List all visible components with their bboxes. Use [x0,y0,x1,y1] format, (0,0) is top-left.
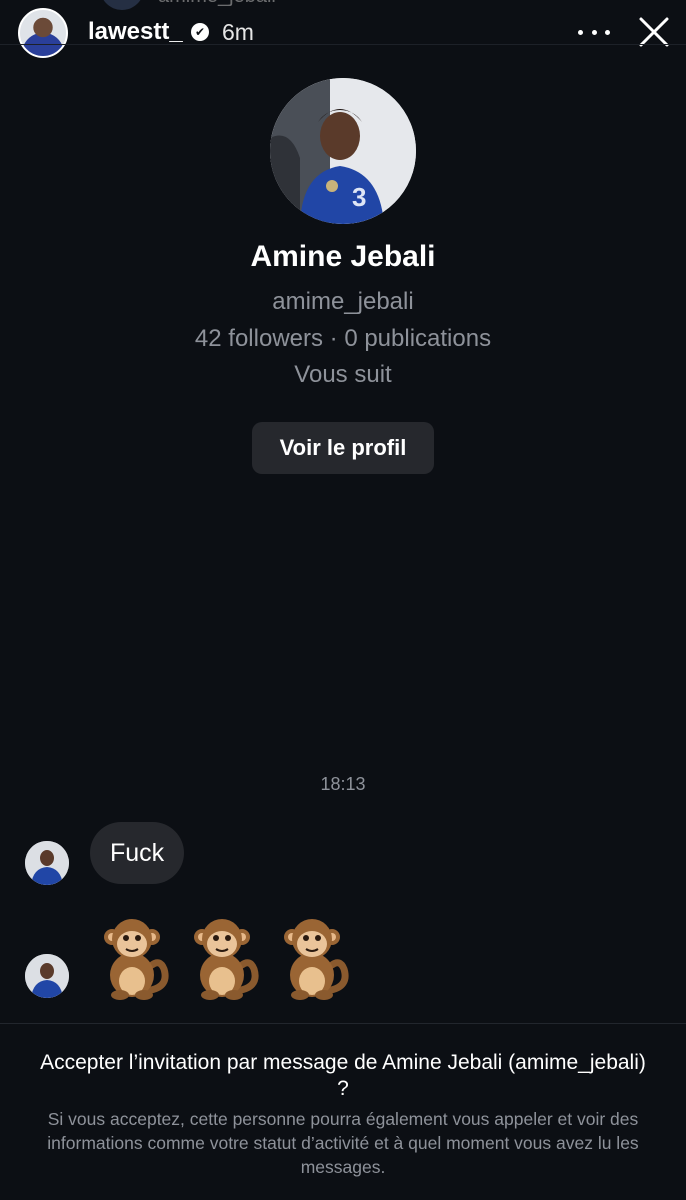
story-viewer: amime_jebali lawestt_ ✔ 6m 3 Amine Jebal… [0,0,686,1200]
profile-stats: 42 followers · 0 publications [194,325,492,352]
svg-text:3: 3 [352,182,366,212]
story-author-avatar[interactable] [18,8,68,58]
invitation-divider [0,1023,686,1024]
invitation-question: Accepter l’invitation par message de Ami… [40,1051,646,1100]
monkey-emoji-icon [104,919,169,1000]
profile-handle: amime_jebali [272,288,414,315]
profile-name: Amine Jebali [250,240,436,273]
message-bubble[interactable]: Fuck [90,822,185,884]
peek-username: amime_jebali [158,0,276,8]
story-header: amime_jebali lawestt_ ✔ 6m [0,0,686,66]
ellipsis-icon[interactable] [578,18,610,46]
verified-badge-icon: ✔ [191,23,209,41]
previous-story-peek: amime_jebali [100,0,276,10]
story-author-username[interactable]: lawestt_ [88,18,183,46]
header-divider [0,44,686,45]
message-timestamp: 18:13 [320,774,366,794]
profile-avatar[interactable]: 3 [270,78,416,224]
story-time-ago: 6m [222,19,254,45]
sender-avatar[interactable] [25,841,69,885]
monkey-emoji-icon [194,919,259,1000]
peek-avatar [100,0,144,10]
view-profile-button[interactable]: Voir le profil [252,422,434,474]
follows-you-status: Vous suit [294,361,392,388]
emoji-message[interactable] [92,906,352,1006]
invitation-note: Si vous acceptez, cette personne pourra … [47,1109,639,1177]
sender-avatar[interactable] [25,954,69,998]
monkey-emoji-icon [284,919,349,1000]
